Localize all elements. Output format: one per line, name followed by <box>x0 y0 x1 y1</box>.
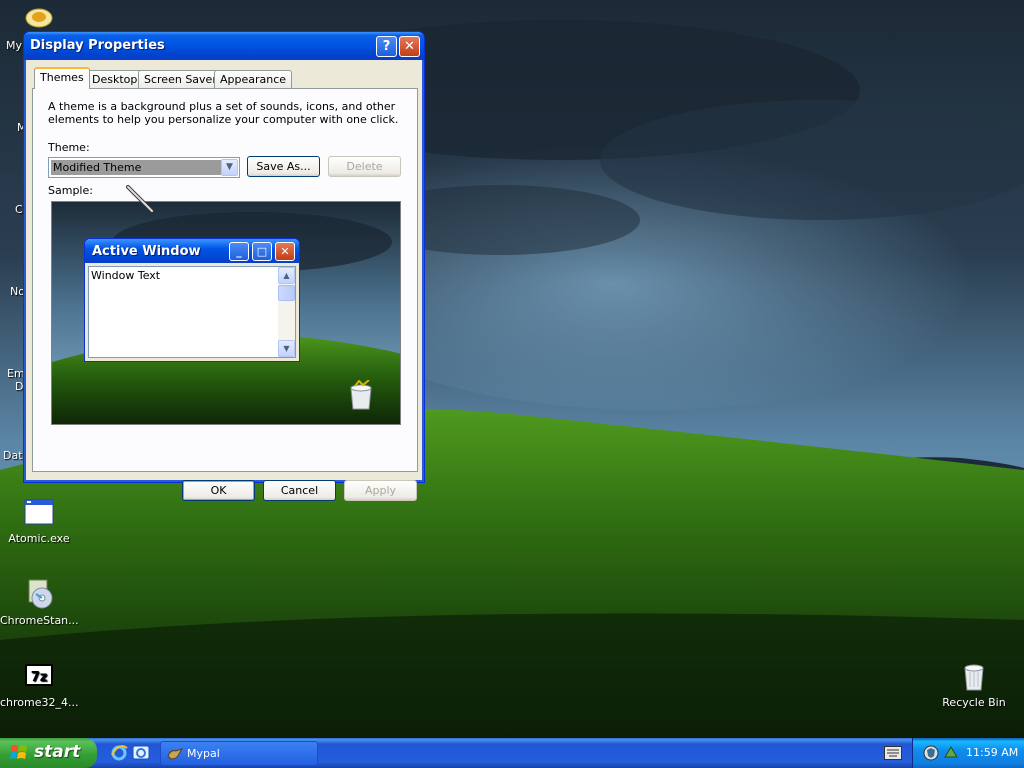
security-shield-icon[interactable] <box>923 745 939 761</box>
theme-dropdown-value: Modified Theme <box>51 160 221 175</box>
recycle-bin-icon <box>350 380 372 410</box>
title-bar[interactable]: Display Properties ? ✕ <box>24 32 424 60</box>
desktop-icon-label-partial[interactable]: My <box>6 39 22 52</box>
sample-title-bar: Active Window _ □ ✕ <box>85 239 299 263</box>
desktop-icon-chrome32[interactable]: 7z chrome32_4... <box>0 660 79 709</box>
tab-desktop[interactable]: Desktop <box>86 70 144 88</box>
cancel-button[interactable]: Cancel <box>263 480 336 501</box>
themes-tab-panel: A theme is a background plus a set of so… <box>32 88 418 472</box>
installer-cd-icon <box>28 579 53 609</box>
window-title: Display Properties <box>30 38 165 53</box>
desktop-icon-recycle-bin[interactable]: Recycle Bin <box>935 660 1013 709</box>
internet-explorer-icon[interactable] <box>110 744 128 762</box>
show-desktop-icon[interactable] <box>132 744 150 762</box>
theme-dropdown[interactable]: Modified Theme ▼ <box>48 157 240 178</box>
sample-window-text: Window Text <box>91 269 161 282</box>
theme-description: A theme is a background plus a set of so… <box>48 100 399 126</box>
mypal-icon <box>167 748 183 760</box>
svg-text:7z: 7z <box>31 670 48 685</box>
maximize-icon: □ <box>252 242 272 261</box>
sample-window-title: Active Window <box>92 244 201 259</box>
taskbar-item-mypal[interactable]: Mypal <box>160 741 318 766</box>
mouse-cursor-icon <box>126 185 154 213</box>
theme-sample-preview: Active Window _ □ ✕ Window Text ▲ ▼ <box>51 201 401 425</box>
desktop-icon-label-partial[interactable]: Dat <box>3 449 23 462</box>
sample-client-area: Window Text ▲ ▼ <box>88 266 296 358</box>
start-button[interactable]: start <box>0 738 97 768</box>
sample-active-window: Active Window _ □ ✕ Window Text ▲ ▼ <box>84 238 300 362</box>
save-as-button[interactable]: Save As... <box>247 156 320 177</box>
delete-button[interactable]: Delete <box>328 156 401 177</box>
desktop-icon-label: chrome32_4... <box>0 696 79 709</box>
minimize-icon: _ <box>229 242 249 261</box>
close-icon: ✕ <box>275 242 295 261</box>
sample-scrollbar: ▲ ▼ <box>278 267 295 357</box>
tab-screen-saver[interactable]: Screen Saver <box>138 70 223 88</box>
sample-label: Sample: <box>48 184 93 197</box>
network-icon[interactable] <box>943 745 959 761</box>
scroll-down-icon: ▼ <box>278 340 295 357</box>
desktop-icon-label: ChromeStan... <box>0 614 79 627</box>
desktop-icon-label: Recycle Bin <box>942 696 1006 709</box>
my-documents-icon[interactable] <box>24 6 54 28</box>
desktop-icon-atomic[interactable]: Atomic.exe <box>0 496 78 545</box>
start-label: start <box>34 742 81 762</box>
recycle-bin-icon <box>964 664 984 691</box>
tab-appearance[interactable]: Appearance <box>214 70 293 88</box>
clock[interactable]: 11:59 AM <box>966 746 1018 759</box>
chevron-down-icon[interactable]: ▼ <box>221 159 238 176</box>
taskbar: start Mypal 11:59 AM <box>0 738 1024 768</box>
tab-themes[interactable]: Themes <box>34 67 90 89</box>
window-exe-icon <box>24 499 54 525</box>
windows-logo-icon <box>10 745 27 759</box>
display-properties-window[interactable]: Display Properties ? ✕ Themes Desktop Sc… <box>23 31 425 501</box>
ok-button[interactable]: OK <box>182 480 255 501</box>
taskbar-item-label: Mypal <box>187 747 220 760</box>
keyboard-language-icon[interactable] <box>884 746 902 760</box>
desktop-icon-label-partial[interactable]: C <box>15 203 23 216</box>
system-tray: 11:59 AM <box>912 738 1024 768</box>
scroll-up-icon: ▲ <box>278 267 295 284</box>
apply-button[interactable]: Apply <box>344 480 417 501</box>
help-button[interactable]: ? <box>376 36 397 57</box>
dialog-body: Themes Desktop Screen Saver Appearance A… <box>27 60 421 501</box>
theme-label: Theme: <box>48 141 90 154</box>
close-button[interactable]: ✕ <box>399 36 420 57</box>
7zip-archive-icon: 7z <box>25 664 53 686</box>
desktop-icon-label: Atomic.exe <box>8 532 70 545</box>
scroll-thumb <box>278 285 295 301</box>
desktop-icon-chromestandalone[interactable]: ChromeStan... <box>0 578 79 627</box>
